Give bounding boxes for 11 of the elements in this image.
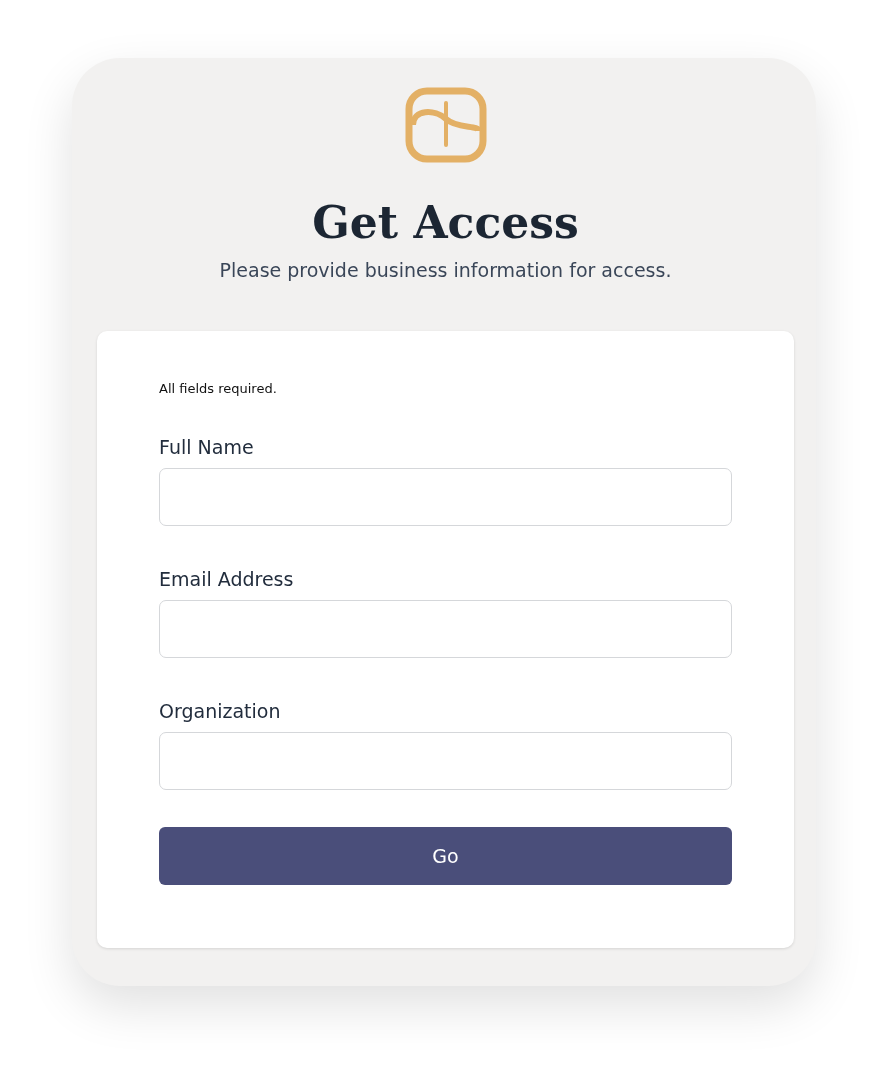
page-title: Get Access [312,196,579,250]
input-field[interactable] [159,732,732,790]
subtitle: Please provide business information for access. [219,259,672,281]
input-field[interactable] [159,600,732,658]
field-label: Full Name [159,436,254,458]
logo-icon [404,87,487,163]
input-field[interactable] [159,468,732,526]
field-label: Email Address [159,568,294,590]
submit-button[interactable]: Go [159,827,732,885]
required-note: All fields required. [159,381,278,396]
field-label: Organization [159,700,281,722]
